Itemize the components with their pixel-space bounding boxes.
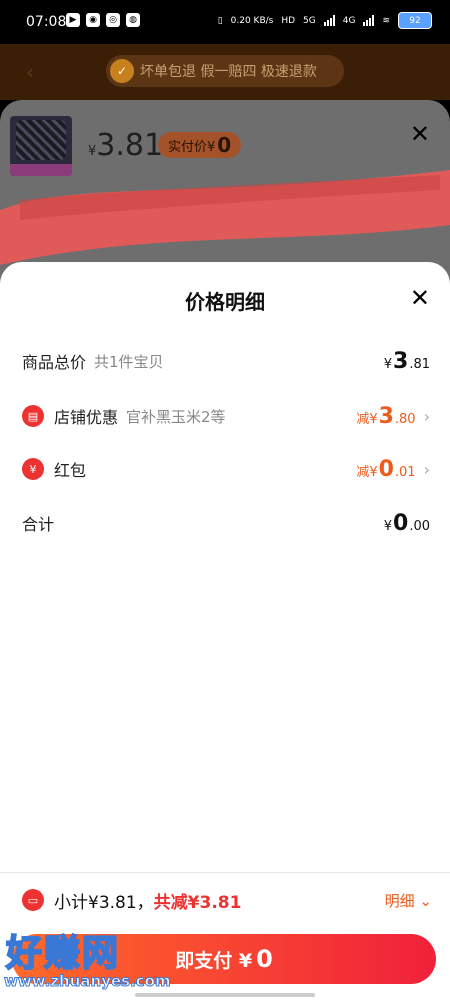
network-4g: 4G <box>342 15 356 26</box>
row-red-packet[interactable]: ¥ 红包 减¥ 0.01 › <box>22 454 430 484</box>
watermark-logo: 好赚网 <box>5 932 121 975</box>
detail-toggle[interactable]: 明细 ⌄ <box>385 890 432 911</box>
row-amount: 减¥ 3.80 <box>356 403 416 429</box>
status-time: 07:08 <box>26 14 67 30</box>
product-price: ¥3.81 <box>88 128 164 163</box>
subtotal-bar: ▭ 小计¥3.81， 共减¥3.81 明细 ⌄ <box>22 886 432 914</box>
hd-icon: HD <box>281 15 296 26</box>
divider <box>0 872 450 873</box>
corn-image <box>16 120 66 160</box>
chevron-right-icon: › <box>423 459 430 479</box>
sheet-title: 价格明细 <box>185 290 265 314</box>
chevron-down-icon: ⌄ <box>419 891 432 910</box>
row-label: 红包 <box>54 461 87 480</box>
row-label: 店铺优惠 <box>54 408 119 427</box>
row-sub: 官补黑玉米2等 <box>126 407 226 426</box>
row-amount: ¥0.00 <box>383 510 430 536</box>
row-label: 合计 <box>22 515 55 534</box>
redaction-scribble <box>0 170 450 265</box>
status-right: ▯ 0.20 KB/s HD 5G 4G ≋ 92 <box>218 12 432 29</box>
row-label: 商品总价 <box>22 353 87 372</box>
close-icon[interactable]: ✕ <box>410 120 430 148</box>
signal-icon <box>363 15 375 26</box>
row-amount: ¥3.81 <box>383 348 430 374</box>
row-sub: 共1件宝贝 <box>94 352 164 371</box>
coupon-icon: ▭ <box>22 889 44 911</box>
app-icon: ▶ <box>66 13 80 27</box>
close-icon[interactable]: ✕ <box>410 284 430 312</box>
vibrate-icon: ▯ <box>217 15 223 26</box>
app-icon: ◎ <box>106 13 120 27</box>
notification-icons: ▶ ◉ ◎ ◍ <box>66 13 140 27</box>
app-icon: ◍ <box>126 13 140 27</box>
actual-price-badge: 实付价¥ 0 <box>158 132 242 158</box>
net-speed: 0.20 KB/s <box>230 15 274 26</box>
row-sum: 合计 ¥0.00 <box>22 508 430 538</box>
shield-icon: ✓ <box>110 59 134 83</box>
app-icon: ◉ <box>86 13 100 27</box>
promo-banner: ✓ 坏单包退 假一赔四 极速退款 <box>106 55 344 87</box>
chevron-right-icon: › <box>423 406 430 426</box>
red-packet-icon: ¥ <box>22 458 44 480</box>
battery-icon: 92 <box>398 12 432 29</box>
promo-text: 坏单包退 假一赔四 极速退款 <box>140 64 317 80</box>
watermark-url: www.zhuanyes.com <box>4 972 172 991</box>
home-indicator <box>135 993 315 997</box>
subtotal-text: 小计¥3.81， <box>54 892 154 913</box>
back-icon[interactable]: ‹ <box>26 60 34 84</box>
row-shop-discount[interactable]: ▤ 店铺优惠 官补黑玉米2等 减¥ 3.80 › <box>22 401 430 431</box>
signal-icon <box>323 15 335 26</box>
reduced-text: 共减¥3.81 <box>153 892 242 913</box>
top-bar: ‹ ✓ 坏单包退 假一赔四 极速退款 <box>0 44 450 100</box>
product-thumbnail <box>10 116 72 176</box>
status-bar: 07:08 ▶ ◉ ◎ ◍ ▯ 0.20 KB/s HD 5G 4G ≋ 92 <box>0 0 450 44</box>
row-amount: 减¥ 0.01 <box>356 456 416 482</box>
network-5g: 5G <box>303 15 316 26</box>
wifi-icon: ≋ <box>382 15 390 26</box>
shop-icon: ▤ <box>22 405 44 427</box>
row-total-price: 商品总价 共1件宝贝 ¥3.81 <box>22 346 430 376</box>
